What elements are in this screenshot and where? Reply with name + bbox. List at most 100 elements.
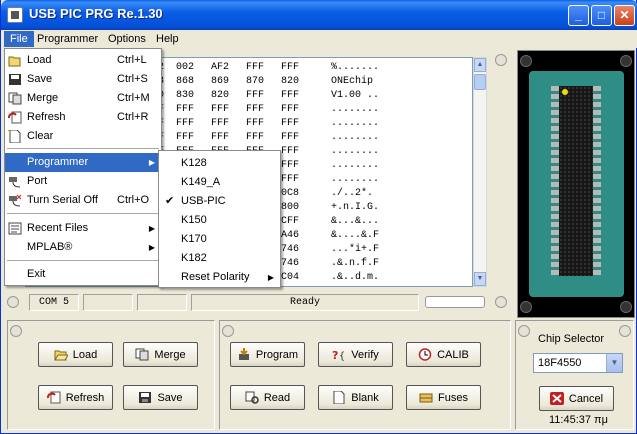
scroll-up-arrow-icon[interactable]: ▲ [474, 58, 486, 72]
hex-ascii-cell[interactable]: %....... [331, 62, 379, 73]
hex-value-cell[interactable]: 0C8 [281, 188, 299, 199]
file-menu-item-mplab[interactable]: MPLAB® ▶ [5, 238, 161, 257]
hex-value-cell[interactable]: AF2 [211, 62, 229, 73]
close-button[interactable]: ✕ [614, 5, 635, 26]
hex-value-cell[interactable]: 002 [176, 62, 194, 73]
hex-value-cell[interactable]: FFF [176, 104, 194, 115]
programmer-option-k170[interactable]: K170 [159, 230, 280, 249]
splitter-grip-top-right-icon[interactable] [495, 54, 507, 66]
hex-ascii-cell[interactable]: ........ [331, 160, 379, 171]
hex-ascii-cell[interactable]: ........ [331, 146, 379, 157]
hex-value-cell[interactable]: FFF [281, 90, 299, 101]
hex-ascii-cell[interactable]: ........ [331, 104, 379, 115]
hex-value-cell[interactable]: FFF [246, 104, 264, 115]
hex-value-cell[interactable]: FFF [281, 146, 299, 157]
splitter-grip-bottom-right-icon[interactable] [495, 296, 507, 308]
cancel-button[interactable]: Cancel [539, 386, 614, 411]
programmer-option-k150[interactable]: K150 [159, 211, 280, 230]
group-grip-icon[interactable] [518, 325, 530, 337]
hex-ascii-cell[interactable]: ........ [331, 132, 379, 143]
group-grip-icon[interactable] [10, 325, 22, 337]
hex-ascii-cell[interactable]: .&.n.f.F [331, 258, 379, 269]
refresh-button[interactable]: Refresh [38, 385, 113, 410]
save-button[interactable]: Save [123, 385, 198, 410]
hex-value-cell[interactable]: FFF [281, 132, 299, 143]
hex-value-cell[interactable]: C04 [281, 272, 299, 283]
verify-button[interactable]: ?{ Verify [318, 342, 393, 367]
file-menu-item-turn-serial-off[interactable]: Turn Serial Off Ctrl+O [5, 191, 161, 210]
hex-ascii-cell[interactable]: &...&... [331, 216, 379, 227]
chevron-down-icon[interactable]: ▼ [606, 354, 622, 372]
load-button[interactable]: Load [38, 342, 113, 367]
programmer-option-k149-a[interactable]: K149_A [159, 173, 280, 192]
app-icon[interactable] [7, 7, 23, 23]
hex-ascii-cell[interactable]: ........ [331, 118, 379, 129]
file-menu-item-merge[interactable]: Merge Ctrl+M [5, 89, 161, 108]
hex-value-cell[interactable]: FFF [246, 90, 264, 101]
hex-value-cell[interactable]: FFF [281, 160, 299, 171]
hex-value-cell[interactable]: FFF [281, 174, 299, 185]
fuses-button[interactable]: Fuses [406, 385, 481, 410]
hex-value-cell[interactable]: 746 [281, 244, 299, 255]
file-menu-item-refresh[interactable]: Refresh Ctrl+R [5, 108, 161, 127]
programmer-option-reset-polarity[interactable]: Reset Polarity ▶ [159, 268, 280, 287]
file-menu-item-programmer[interactable]: Programmer ▶ [5, 153, 161, 172]
hex-value-cell[interactable]: FFF [246, 132, 264, 143]
hex-ascii-cell[interactable]: &....&.F [331, 230, 379, 241]
calib-button[interactable]: CALIB [406, 342, 481, 367]
hex-value-cell[interactable]: FFF [211, 104, 229, 115]
blank-button[interactable]: Blank [318, 385, 393, 410]
hex-ascii-cell[interactable]: .&..d.m. [331, 272, 379, 283]
file-menu-item-recent-files[interactable]: Recent Files ▶ [5, 219, 161, 238]
chip-grip-top-right-icon[interactable] [620, 55, 632, 67]
file-menu-item-exit[interactable]: Exit [5, 265, 161, 284]
menu-programmer[interactable]: Programmer [31, 31, 104, 47]
hex-value-cell[interactable]: FFF [281, 118, 299, 129]
menu-file[interactable]: File [4, 31, 34, 47]
menu-help[interactable]: Help [150, 31, 185, 47]
file-menu-item-port[interactable]: Port [5, 172, 161, 191]
chip-grip-bottom-left-icon[interactable] [520, 301, 532, 313]
chip-grip-top-left-icon[interactable] [520, 55, 532, 67]
program-button[interactable]: Program [230, 342, 305, 367]
minimize-button[interactable]: _ [568, 5, 589, 26]
programmer-option-usb-pic[interactable]: ✔ USB-PIC [159, 192, 280, 211]
hex-ascii-cell[interactable]: ONEchip [331, 76, 373, 87]
programmer-option-k182[interactable]: K182 [159, 249, 280, 268]
hex-ascii-cell[interactable]: ./..2*. [331, 188, 373, 199]
scroll-thumb[interactable] [474, 74, 486, 90]
file-menu-item-clear[interactable]: Clear [5, 127, 161, 146]
splitter-grip-bottom-left-icon[interactable] [7, 296, 19, 308]
hex-value-cell[interactable]: FFF [281, 62, 299, 73]
group-grip-icon[interactable] [222, 325, 234, 337]
chip-grip-bottom-right-icon[interactable] [620, 301, 632, 313]
vertical-scrollbar[interactable]: ▲ ▼ [473, 57, 487, 287]
file-menu-item-load[interactable]: Load Ctrl+L [5, 51, 161, 70]
group-grip-icon[interactable] [619, 325, 631, 337]
read-button[interactable]: Read [230, 385, 305, 410]
hex-value-cell[interactable]: CFF [281, 216, 299, 227]
hex-ascii-cell[interactable]: ........ [331, 174, 379, 185]
scroll-down-arrow-icon[interactable]: ▼ [474, 272, 486, 286]
hex-value-cell[interactable]: FFF [176, 118, 194, 129]
hex-ascii-cell[interactable]: +.n.I.G. [331, 202, 379, 213]
hex-value-cell[interactable]: FFF [246, 62, 264, 73]
file-menu-item-save[interactable]: Save Ctrl+S [5, 70, 161, 89]
hex-ascii-cell[interactable]: ...*i+.F [331, 244, 379, 255]
hex-value-cell[interactable]: FFF [246, 118, 264, 129]
hex-value-cell[interactable]: FFF [176, 132, 194, 143]
merge-button[interactable]: Merge [123, 342, 198, 367]
maximize-button[interactable]: □ [591, 5, 612, 26]
hex-value-cell[interactable]: 820 [211, 90, 229, 101]
hex-value-cell[interactable]: FFF [211, 132, 229, 143]
programmer-option-k128[interactable]: K128 [159, 154, 280, 173]
hex-value-cell[interactable]: FFF [211, 118, 229, 129]
hex-value-cell[interactable]: 869 [211, 76, 229, 87]
hex-ascii-cell[interactable]: V1.00 .. [331, 90, 379, 101]
hex-value-cell[interactable]: 800 [281, 202, 299, 213]
hex-value-cell[interactable]: 870 [246, 76, 264, 87]
hex-value-cell[interactable]: A46 [281, 230, 299, 241]
hex-value-cell[interactable]: 746 [281, 258, 299, 269]
menu-options[interactable]: Options [102, 31, 152, 47]
hex-value-cell[interactable]: 830 [176, 90, 194, 101]
